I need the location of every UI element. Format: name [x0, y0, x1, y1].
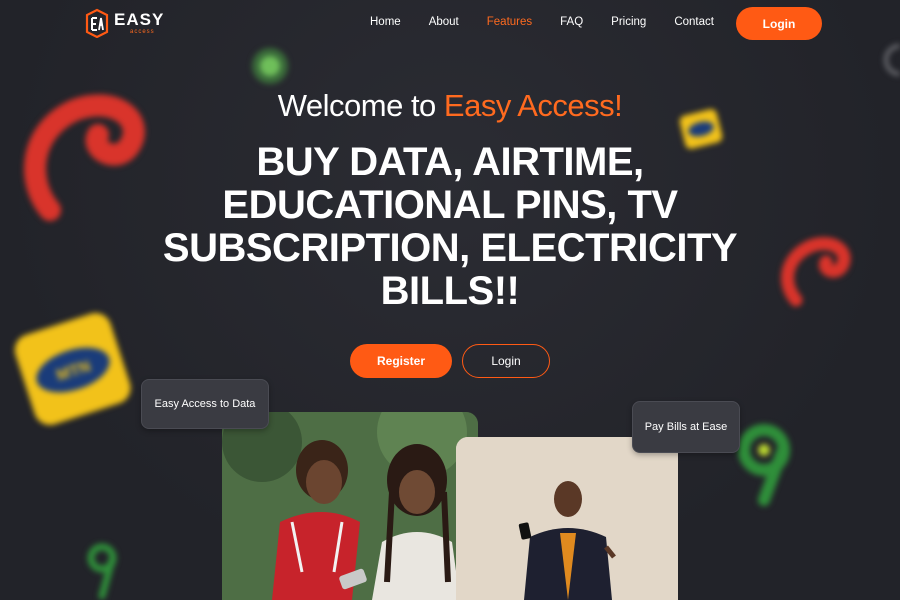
welcome-heading: Welcome to Easy Access! [0, 88, 900, 124]
tag-easy-access-data: Easy Access to Data [141, 379, 269, 429]
page: MTN EASY access Home About Features FAQ … [0, 0, 900, 600]
nav-link-pricing[interactable]: Pricing [611, 16, 646, 28]
main-menu: Home About Features FAQ Pricing Contact [370, 16, 742, 28]
register-button[interactable]: Register [350, 344, 452, 378]
9mobile-logo-decor-top [252, 48, 288, 84]
photo-man-with-phone [456, 437, 678, 600]
hero-headline: BUY DATA, AIRTIME, EDUCATIONAL PINS, TV … [162, 140, 738, 313]
nav-link-features[interactable]: Features [487, 16, 532, 28]
welcome-brand: Easy Access! [443, 88, 623, 123]
nav-link-home[interactable]: Home [370, 16, 401, 28]
nav-link-faq[interactable]: FAQ [560, 16, 583, 28]
tag-pay-bills: Pay Bills at Ease [632, 401, 740, 453]
photo-women-with-phone [222, 412, 478, 600]
hero-login-button[interactable]: Login [462, 344, 550, 378]
nav-link-about[interactable]: About [429, 16, 459, 28]
9mobile-logo-decor-bottom [87, 543, 117, 600]
welcome-prefix: Welcome to [277, 88, 444, 123]
logo-subtext: access [130, 29, 155, 35]
airtel-logo-decor-right [781, 237, 851, 307]
nav-login-button[interactable]: Login [736, 7, 822, 40]
brand-logo[interactable]: EASY access [84, 8, 164, 38]
logo-mark-icon [85, 8, 109, 38]
edge-logo-decor [884, 44, 900, 76]
logo-name: EASY [114, 10, 165, 29]
nav-link-contact[interactable]: Contact [674, 16, 714, 28]
top-navbar: EASY access Home About Features FAQ Pric… [0, 0, 900, 46]
photo-man-illustration [456, 437, 678, 600]
photo-women-illustration [222, 412, 478, 600]
mtn-logo-decor-large: MTN [14, 313, 131, 426]
